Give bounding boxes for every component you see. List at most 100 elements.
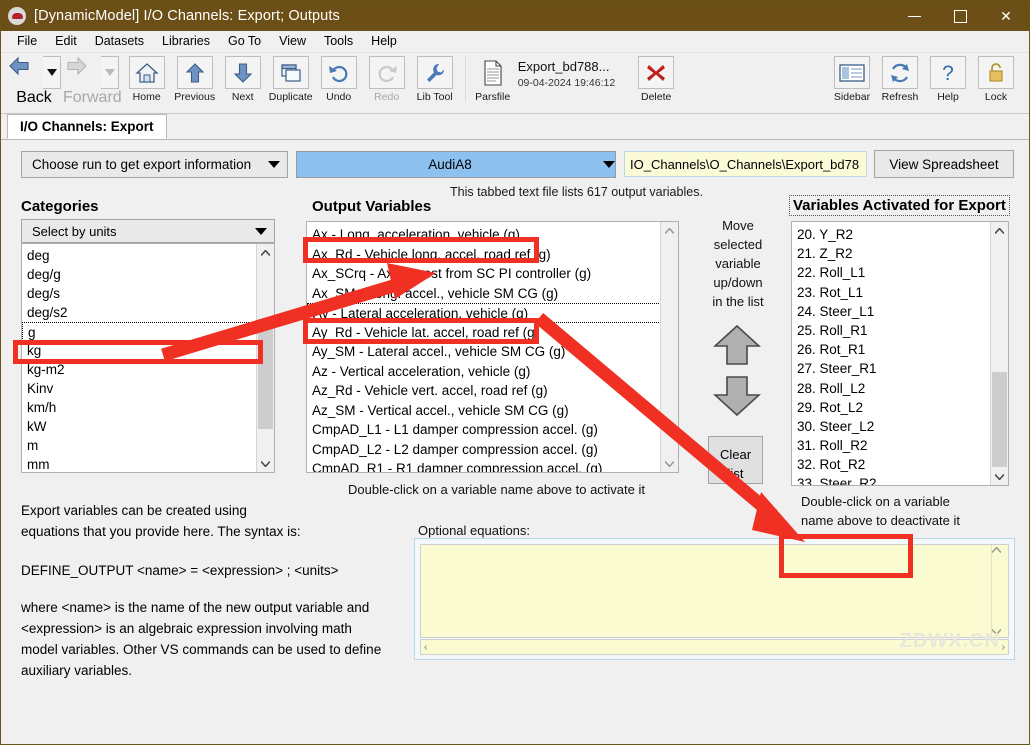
category-item[interactable]: kW (22, 417, 257, 436)
home-icon[interactable] (128, 56, 165, 89)
tab-io-channels-export[interactable]: I/O Channels: Export (7, 114, 167, 139)
menu-help[interactable]: Help (362, 31, 406, 52)
output-variable-item[interactable]: Ax_SM - Long. accel., vehicle SM CG (g) (307, 284, 661, 304)
toolbar-next[interactable]: Next (220, 56, 266, 103)
categories-scroll-thumb[interactable] (258, 319, 273, 429)
output-variable-item[interactable]: CmpAD_R1 - R1 damper compression accel. … (307, 459, 661, 472)
clear-list-button[interactable]: Clear list (708, 436, 763, 484)
toolbar-delete[interactable]: Delete (633, 56, 679, 103)
activated-variable-item[interactable]: 23. Rot_L1 (792, 283, 991, 302)
output-variables-listbox[interactable]: Ax - Long. acceleration, vehicle (g) Ax_R… (306, 221, 679, 473)
document-icon[interactable] (475, 56, 511, 89)
output-variable-item[interactable]: CmpAD_L1 - L1 damper compression accel. … (307, 420, 661, 440)
menu-tools[interactable]: Tools (315, 31, 362, 52)
arrow-up-icon[interactable] (176, 56, 213, 89)
lock-icon[interactable] (978, 56, 1014, 89)
toolbar-parsfile[interactable]: Parsfile Export_bd788... 09-04-2024 19:4… (475, 56, 615, 103)
category-item[interactable]: deg/s (22, 284, 257, 303)
output-variable-item[interactable]: Az - Vertical acceleration, vehicle (g) (307, 362, 661, 382)
activated-variable-item[interactable]: 32. Rot_R2 (792, 455, 991, 474)
close-x-icon[interactable] (638, 56, 675, 89)
activated-scrollbar[interactable] (990, 222, 1008, 485)
equations-vertical-scrollbar[interactable] (991, 545, 1008, 637)
category-item[interactable]: g (22, 322, 257, 341)
scroll-up-icon[interactable] (257, 244, 274, 261)
activated-variable-item[interactable]: 33. Steer_R2 (792, 474, 991, 485)
back-dropdown-caret-icon[interactable] (43, 56, 61, 89)
category-item[interactable]: Kinv (22, 379, 257, 398)
output-variable-item[interactable]: Az_Rd - Vehicle vert. accel, road ref (g… (307, 381, 661, 401)
menu-go-to[interactable]: Go To (219, 31, 270, 52)
activated-variable-item[interactable]: 20. Y_R2 (792, 225, 991, 244)
category-item[interactable]: mm (22, 455, 257, 472)
category-item[interactable]: deg/s2 (22, 303, 257, 322)
sidebar-icon[interactable] (834, 56, 870, 89)
toolbar-help[interactable]: ? Help (925, 56, 971, 103)
duplicate-icon[interactable] (272, 56, 309, 89)
toolbar-sidebar[interactable]: Sidebar (829, 56, 875, 103)
output-variable-item[interactable]: Ax_SCrq - Ax request from SC PI controll… (307, 264, 661, 284)
output-variable-item[interactable]: CmpAD_L2 - L2 damper compression accel. … (307, 440, 661, 460)
toolbar-home[interactable]: Home (124, 56, 170, 103)
menu-edit[interactable]: Edit (46, 31, 86, 52)
category-item[interactable]: kg (22, 341, 257, 360)
category-item[interactable]: kg-m2 (22, 360, 257, 379)
output-variable-item[interactable]: Ay_Rd - Vehicle lat. accel, road ref (g) (307, 323, 661, 343)
menu-datasets[interactable]: Datasets (86, 31, 153, 52)
scroll-right-icon[interactable]: › (1002, 642, 1005, 653)
export-path-field[interactable]: IO_Channels\O_Channels\Export_bd78 (624, 151, 867, 177)
scroll-down-icon[interactable] (257, 455, 274, 472)
arrow-down-icon[interactable] (224, 56, 261, 89)
category-item[interactable]: km/h (22, 398, 257, 417)
minimize-button[interactable] (891, 1, 937, 31)
wrench-icon[interactable] (416, 56, 453, 89)
maximize-button[interactable] (937, 1, 983, 31)
undo-icon[interactable] (320, 56, 357, 89)
activated-variable-item[interactable]: 31. Roll_R2 (792, 436, 991, 455)
category-item[interactable]: m (22, 436, 257, 455)
activated-scroll-thumb[interactable] (992, 372, 1007, 467)
toolbar-undo[interactable]: Undo (316, 56, 362, 103)
activated-variable-item[interactable]: 26. Rot_R1 (792, 340, 991, 359)
category-item[interactable]: deg/g (22, 265, 257, 284)
menu-libraries[interactable]: Libraries (153, 31, 219, 52)
activated-variable-item[interactable]: 25. Roll_R1 (792, 321, 991, 340)
equations-input[interactable] (420, 544, 1009, 638)
activated-variable-item[interactable]: 24. Steer_L1 (792, 302, 991, 321)
activated-variable-item[interactable]: 28. Roll_L2 (792, 379, 991, 398)
activated-variable-item[interactable]: 21. Z_R2 (792, 244, 991, 263)
activated-variable-item[interactable]: 22. Roll_L1 (792, 263, 991, 282)
move-down-button[interactable] (713, 375, 761, 417)
run-selector-dropdown[interactable]: Choose run to get export information (21, 151, 288, 178)
toolbar-lock[interactable]: Lock (973, 56, 1019, 103)
question-mark-icon[interactable]: ? (930, 56, 966, 89)
menu-view[interactable]: View (270, 31, 315, 52)
activated-variable-item[interactable]: 27. Steer_R1 (792, 359, 991, 378)
category-item[interactable]: deg (22, 246, 257, 265)
run-value-dropdown[interactable]: AudiA8 (296, 151, 616, 178)
output-variable-item[interactable]: Ax_Rd - Vehicle long. accel, road ref (g… (307, 245, 661, 265)
output-variable-item[interactable]: Az_SM - Vertical accel., vehicle SM CG (… (307, 401, 661, 421)
move-up-button[interactable] (713, 324, 761, 366)
activated-variable-item[interactable]: 29. Rot_L2 (792, 398, 991, 417)
toolbar-back[interactable]: Back (7, 56, 61, 107)
activated-variable-item[interactable]: 30. Steer_L2 (792, 417, 991, 436)
out-scroll-down-icon[interactable] (661, 455, 678, 472)
toolbar-refresh[interactable]: Refresh (877, 56, 923, 103)
categories-scrollbar[interactable] (256, 244, 274, 472)
menu-file[interactable]: File (8, 31, 46, 52)
toolbar-previous[interactable]: Previous (172, 56, 218, 103)
view-spreadsheet-button[interactable]: View Spreadsheet (874, 150, 1014, 178)
refresh-icon[interactable] (882, 56, 918, 89)
output-variables-scrollbar[interactable] (660, 222, 678, 472)
scroll-left-icon[interactable]: ‹ (424, 642, 427, 653)
arrow-left-icon[interactable] (7, 56, 43, 89)
categories-listbox[interactable]: deg deg/g deg/s deg/s2 g kg kg-m2 Kinv km/h kW m mm… (21, 243, 275, 473)
act-scroll-up-icon[interactable] (991, 222, 1008, 239)
output-variable-item[interactable]: Ay - Lateral acceleration, vehicle (g) (307, 303, 661, 323)
output-variable-item[interactable]: Ay_SM - Lateral accel., vehicle SM CG (g… (307, 342, 661, 362)
activated-listbox[interactable]: 20. Y_R2 21. Z_R2 22. Roll_L1 23. Rot_L1 24.… (791, 221, 1009, 486)
toolbar-lib-tool[interactable]: Lib Tool (412, 56, 458, 103)
categories-selector[interactable]: Select by units (21, 219, 275, 243)
act-scroll-down-icon[interactable] (991, 468, 1008, 485)
